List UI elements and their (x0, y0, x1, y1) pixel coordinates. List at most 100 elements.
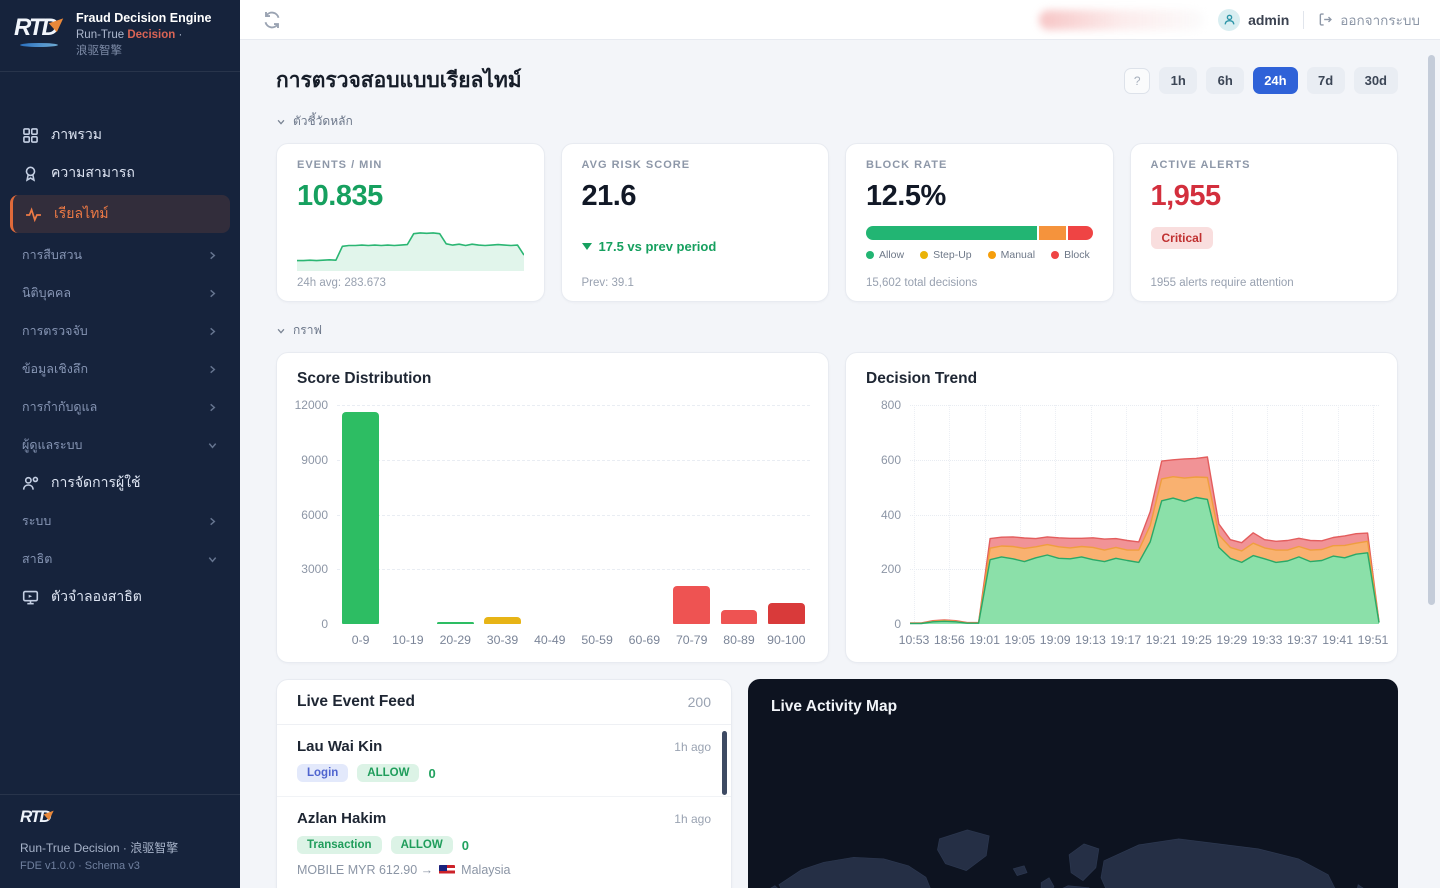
redacted-badge (1039, 10, 1204, 30)
chevron-down-icon (276, 117, 286, 127)
grid-icon (22, 127, 39, 144)
metrics-section-toggle[interactable]: ตัวชี้วัดหลัก (276, 112, 1398, 131)
bottom-row: Live Event Feed 200 Lau Wai Kin 1h ago L… (276, 679, 1398, 888)
activity-icon (25, 206, 42, 223)
sidebar-group-detection[interactable]: การตรวจจับ (0, 312, 240, 350)
score-distribution-plot: 0300060009000120000-910-1920-2930-3940-4… (297, 405, 810, 648)
decision-legend: Allow Step-Up Manual Block (866, 249, 1093, 261)
chevron-down-icon (207, 554, 218, 565)
range-6h-button[interactable]: 6h (1206, 67, 1244, 94)
feed-item-name: Lau Wai Kin (297, 738, 382, 755)
chevron-right-icon (207, 516, 218, 527)
feed-count: 200 (688, 694, 711, 710)
feed-item-detail: MOBILE MYR 612.90 → Malaysia (297, 863, 711, 877)
kpi-value: 10.835 (297, 180, 524, 213)
feed-item-time: 1h ago (674, 812, 711, 826)
kpi-label: BLOCK RATE (866, 159, 1093, 171)
help-button[interactable]: ? (1124, 68, 1150, 94)
chevron-right-icon (207, 288, 218, 299)
footer-product-line: Run-True Decision · 浪驱智擎 (20, 839, 220, 856)
brand-subtitle: Run-True Decision · (76, 27, 211, 43)
sidebar-group-insights[interactable]: ข้อมูลเชิงลึก (0, 350, 240, 388)
award-icon (22, 165, 39, 182)
sidebar-group-governance[interactable]: การกำกับดูแล (0, 388, 240, 426)
sidebar-group-demo[interactable]: สาธิต (0, 540, 240, 578)
chevron-right-icon (207, 402, 218, 413)
kpi-label: ACTIVE ALERTS (1151, 159, 1378, 171)
logout-button[interactable]: ออกจากระบบ (1318, 9, 1420, 31)
sidebar-group-admin[interactable]: ผู้ดูแลระบบ (0, 426, 240, 464)
brand-cn: 浪驱智擎 (76, 43, 211, 59)
block-dot (1051, 251, 1059, 259)
event-type-badge: Transaction (297, 836, 382, 854)
chart-title: Score Distribution (297, 370, 808, 388)
sidebar-item-demo-simulator[interactable]: ตัวจำลองสาธิต (0, 578, 240, 616)
manual-dot (988, 251, 996, 259)
page-title: การตรวจสอบแบบเรียลไทม์ (276, 64, 522, 97)
kpi-value: 12.5% (866, 180, 1093, 213)
kpi-value: 1,955 (1151, 180, 1378, 213)
kpi-label: EVENTS / MIN (297, 159, 524, 171)
brand-logo-text: RTD (14, 14, 57, 41)
user-menu[interactable]: admin (1218, 9, 1289, 31)
decision-trend-plot: 020040060080010:5318:5619:0119:0519:0919… (866, 405, 1379, 648)
malaysia-flag-icon (439, 865, 455, 876)
charts-row: Score Distribution 0300060009000120000-9… (276, 352, 1398, 663)
sidebar-item-realtime[interactable]: เรียลไทม์ (10, 195, 230, 233)
divider (1303, 11, 1304, 29)
range-7d-button[interactable]: 7d (1307, 67, 1345, 94)
feed-item[interactable]: Azlan Hakim 1h ago Transaction ALLOW 0 M… (277, 797, 731, 888)
refresh-icon[interactable] (262, 10, 282, 30)
kpi-footer: 15,602 total decisions (866, 277, 977, 289)
top-header: admin ออกจากระบบ (240, 0, 1440, 40)
user-name: admin (1248, 12, 1289, 28)
sidebar-item-capabilities[interactable]: ความสามารถ (0, 154, 240, 192)
page-scrollbar-thumb[interactable] (1428, 55, 1435, 605)
user-gear-icon (22, 475, 39, 492)
kpi-row: EVENTS / MIN 10.835 24h avg: 283.673 AVG… (276, 143, 1398, 302)
block-segment (1068, 226, 1093, 240)
footer-logo: RTD (20, 807, 60, 831)
feed-item-time: 1h ago (674, 740, 711, 754)
chevron-right-icon (207, 326, 218, 337)
events-sparkline (297, 223, 524, 271)
live-event-feed-card: Live Event Feed 200 Lau Wai Kin 1h ago L… (276, 679, 732, 888)
sidebar-group-investigation[interactable]: การสืบสวน (0, 236, 240, 274)
charts-section-toggle[interactable]: กราฟ (276, 321, 1398, 340)
sidebar-item-user-management[interactable]: การจัดการผู้ใช้ (0, 464, 240, 502)
main-area: admin ออกจากระบบ การตรวจสอบแบบเรียลไทม์ … (240, 0, 1440, 888)
feed-scrollbar-thumb[interactable] (722, 731, 727, 795)
chart-title: Decision Trend (866, 370, 1377, 388)
footer-version-line: FDE v1.0.0 · Schema v3 (20, 860, 220, 872)
kpi-footer: 1955 alerts require attention (1151, 277, 1294, 289)
critical-badge: Critical (1151, 227, 1214, 249)
chevron-right-icon (207, 250, 218, 261)
kpi-label: AVG RISK SCORE (582, 159, 809, 171)
range-24h-button[interactable]: 24h (1253, 67, 1297, 94)
feed-item-name: Azlan Hakim (297, 810, 386, 827)
range-1h-button[interactable]: 1h (1159, 67, 1197, 94)
brand-title: Fraud Decision Engine (76, 10, 211, 27)
allow-dot (866, 251, 874, 259)
sidebar-group-legal-entity[interactable]: นิติบุคคล (0, 274, 240, 312)
live-activity-map-card: Live Activity Map (748, 679, 1398, 888)
feed-item[interactable]: Lau Wai Kin 1h ago Login ALLOW 0 (277, 725, 731, 797)
sidebar-item-overview[interactable]: ภาพรวม (0, 116, 240, 154)
chevron-down-icon (207, 440, 218, 451)
score-distribution-card: Score Distribution 0300060009000120000-9… (276, 352, 829, 663)
decision-badge: ALLOW (391, 836, 453, 854)
sidebar-group-system[interactable]: ระบบ (0, 502, 240, 540)
allow-segment (866, 226, 1037, 240)
brand: RTD Fraud Decision Engine Run-True Decis… (0, 0, 240, 72)
range-30d-button[interactable]: 30d (1354, 67, 1398, 94)
kpi-avg-risk-score: AVG RISK SCORE 21.6 17.5 vs prev period … (561, 143, 830, 302)
risk-score: 0 (428, 766, 435, 781)
chevron-down-icon (276, 326, 286, 336)
risk-score: 0 (462, 838, 469, 853)
logout-icon (1318, 12, 1333, 27)
kpi-active-alerts: ACTIVE ALERTS 1,955 Critical 1955 alerts… (1130, 143, 1399, 302)
user-avatar-icon (1218, 9, 1240, 31)
time-range-group: ? 1h 6h 24h 7d 30d (1124, 67, 1398, 94)
kpi-events-per-min: EVENTS / MIN 10.835 24h avg: 283.673 (276, 143, 545, 302)
brand-logo: RTD (14, 14, 66, 48)
